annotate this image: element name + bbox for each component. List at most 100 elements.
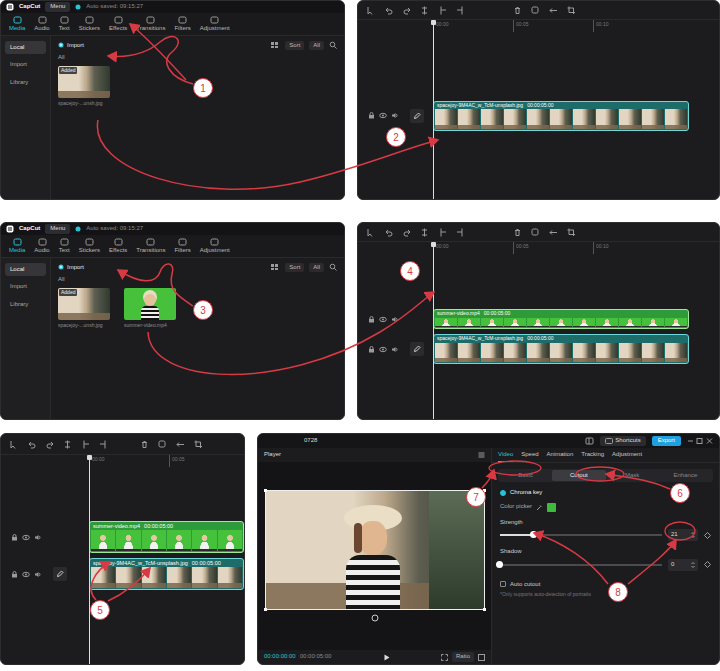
feature-tab[interactable]: Filters — [172, 16, 192, 33]
split-left-icon[interactable] — [81, 440, 90, 449]
filter-button[interactable]: All — [309, 41, 324, 51]
media-item[interactable]: Addedspacejoy-...unsh.jpg — [58, 66, 120, 106]
cover-button[interactable] — [410, 342, 424, 356]
search-icon[interactable] — [329, 41, 337, 49]
slider-knob[interactable] — [530, 531, 537, 538]
export-button[interactable]: Export — [652, 436, 681, 446]
feature-tab[interactable]: Adjustment — [198, 238, 232, 255]
property-tab[interactable]: Speed — [521, 451, 538, 462]
split-right-icon[interactable] — [456, 228, 465, 237]
stepper-icon[interactable] — [691, 531, 695, 539]
speaker-icon[interactable] — [34, 534, 41, 541]
menu-button[interactable]: Menu — [45, 224, 70, 234]
chroma-key-checkbox[interactable] — [500, 490, 506, 496]
feature-tab[interactable]: Audio — [32, 238, 51, 255]
video-clip[interactable]: summer-video.mp400:00:05:00 — [433, 309, 689, 329]
eye-icon[interactable] — [22, 571, 30, 578]
slider-track[interactable] — [500, 534, 662, 536]
sort-button[interactable]: Sort — [285, 263, 304, 273]
redo-icon[interactable] — [402, 6, 411, 15]
split-icon[interactable] — [63, 440, 72, 449]
auto-cutout-checkbox[interactable] — [500, 581, 506, 587]
photo-clip[interactable]: spacejoy-9M4AC_w_TcM-unsplash.jpg00:00:0… — [89, 558, 244, 590]
cover-button[interactable] — [53, 567, 67, 581]
redo-icon[interactable] — [45, 440, 54, 449]
sidebar-item[interactable]: Local — [5, 263, 46, 277]
undo-icon[interactable] — [384, 228, 393, 237]
play-icon[interactable] — [383, 654, 390, 661]
sort-button[interactable]: Sort — [285, 41, 304, 51]
playhead[interactable] — [89, 455, 90, 664]
lock-icon[interactable] — [11, 571, 18, 578]
photo-clip[interactable]: spacejoy-9M4AC_w_TcM-unsplash.jpg00:00:0… — [433, 334, 689, 364]
eye-icon[interactable] — [22, 534, 30, 541]
sidebar-item[interactable]: Import — [5, 58, 46, 72]
pointer-icon[interactable] — [366, 6, 375, 15]
property-tab[interactable]: Animation — [547, 451, 574, 462]
eye-icon[interactable] — [379, 346, 387, 353]
undo-icon[interactable] — [384, 6, 393, 15]
feature-tab[interactable]: Effects — [107, 16, 129, 33]
property-tab[interactable]: Video — [498, 451, 513, 462]
video-clip[interactable]: summer-video.mp400:00:05:00 — [89, 521, 244, 553]
pointer-icon[interactable] — [366, 228, 375, 237]
grid-view-icon[interactable] — [270, 263, 280, 271]
resize-handle[interactable] — [264, 489, 267, 492]
split-right-icon[interactable] — [99, 440, 108, 449]
sidebar-item[interactable]: Local — [5, 41, 46, 55]
keyframe-icon[interactable] — [704, 561, 711, 568]
feature-tab[interactable]: Stickers — [77, 238, 102, 255]
keyframe-icon[interactable] — [704, 532, 711, 539]
speaker-icon[interactable] — [391, 316, 398, 323]
eyedropper-icon[interactable] — [536, 504, 543, 511]
media-item[interactable]: Addedspacejoy-...unsh.jpg — [58, 288, 120, 328]
lock-icon[interactable] — [11, 534, 18, 541]
speaker-icon[interactable] — [391, 346, 398, 353]
split-left-icon[interactable] — [438, 6, 447, 15]
subtab[interactable]: Enhance — [659, 470, 712, 482]
property-tab[interactable]: Tracking — [581, 451, 604, 462]
cover-button[interactable] — [410, 109, 424, 123]
media-item[interactable]: summer-video.mp4 — [124, 288, 186, 328]
speaker-icon[interactable] — [34, 571, 41, 578]
preview-frame[interactable] — [266, 491, 484, 609]
lock-icon[interactable] — [368, 346, 375, 353]
menu-icon[interactable] — [478, 452, 485, 458]
playhead[interactable] — [433, 242, 434, 419]
crop-icon[interactable] — [194, 440, 203, 449]
stepper-icon[interactable] — [691, 561, 695, 569]
feature-tab[interactable]: Text — [57, 238, 72, 255]
lock-icon[interactable] — [368, 112, 375, 119]
subtab[interactable]: Cutout — [552, 470, 605, 482]
subtab[interactable]: Mask — [606, 470, 659, 482]
photo-clip[interactable]: spacejoy-9M4AC_w_TcM-unsplash.jpg00:00:0… — [433, 101, 689, 131]
reverse-icon[interactable] — [176, 440, 185, 449]
feature-tab[interactable]: Text — [57, 16, 72, 33]
eye-icon[interactable] — [379, 316, 387, 323]
feature-tab[interactable]: Adjustment — [198, 16, 232, 33]
feature-tab[interactable]: Stickers — [77, 16, 102, 33]
split-left-icon[interactable] — [438, 228, 447, 237]
import-button[interactable]: Import — [58, 42, 84, 50]
filter-button[interactable]: All — [309, 263, 324, 273]
layout-icon[interactable] — [585, 437, 594, 445]
sidebar-item[interactable]: Import — [5, 280, 46, 294]
fit-icon[interactable] — [441, 654, 448, 661]
menu-button[interactable]: Menu — [45, 2, 70, 12]
feature-tab[interactable]: Transitions — [134, 238, 167, 255]
redo-icon[interactable] — [402, 228, 411, 237]
crop-icon[interactable] — [567, 228, 576, 237]
split-right-icon[interactable] — [456, 6, 465, 15]
delete-icon[interactable] — [513, 228, 522, 237]
fullscreen-icon[interactable] — [478, 654, 485, 661]
property-tab[interactable]: Adjustment — [612, 451, 642, 462]
value-field[interactable]: 0 — [668, 559, 698, 571]
undo-icon[interactable] — [27, 440, 36, 449]
shortcuts-button[interactable]: Shortcuts — [600, 436, 645, 446]
feature-tab[interactable]: Media — [7, 238, 27, 255]
rotate-icon[interactable] — [371, 614, 379, 622]
sidebar-item[interactable]: Library — [5, 76, 46, 90]
playhead[interactable] — [433, 20, 434, 199]
value-field[interactable]: 21 — [668, 529, 698, 541]
slider-track[interactable] — [500, 564, 662, 566]
